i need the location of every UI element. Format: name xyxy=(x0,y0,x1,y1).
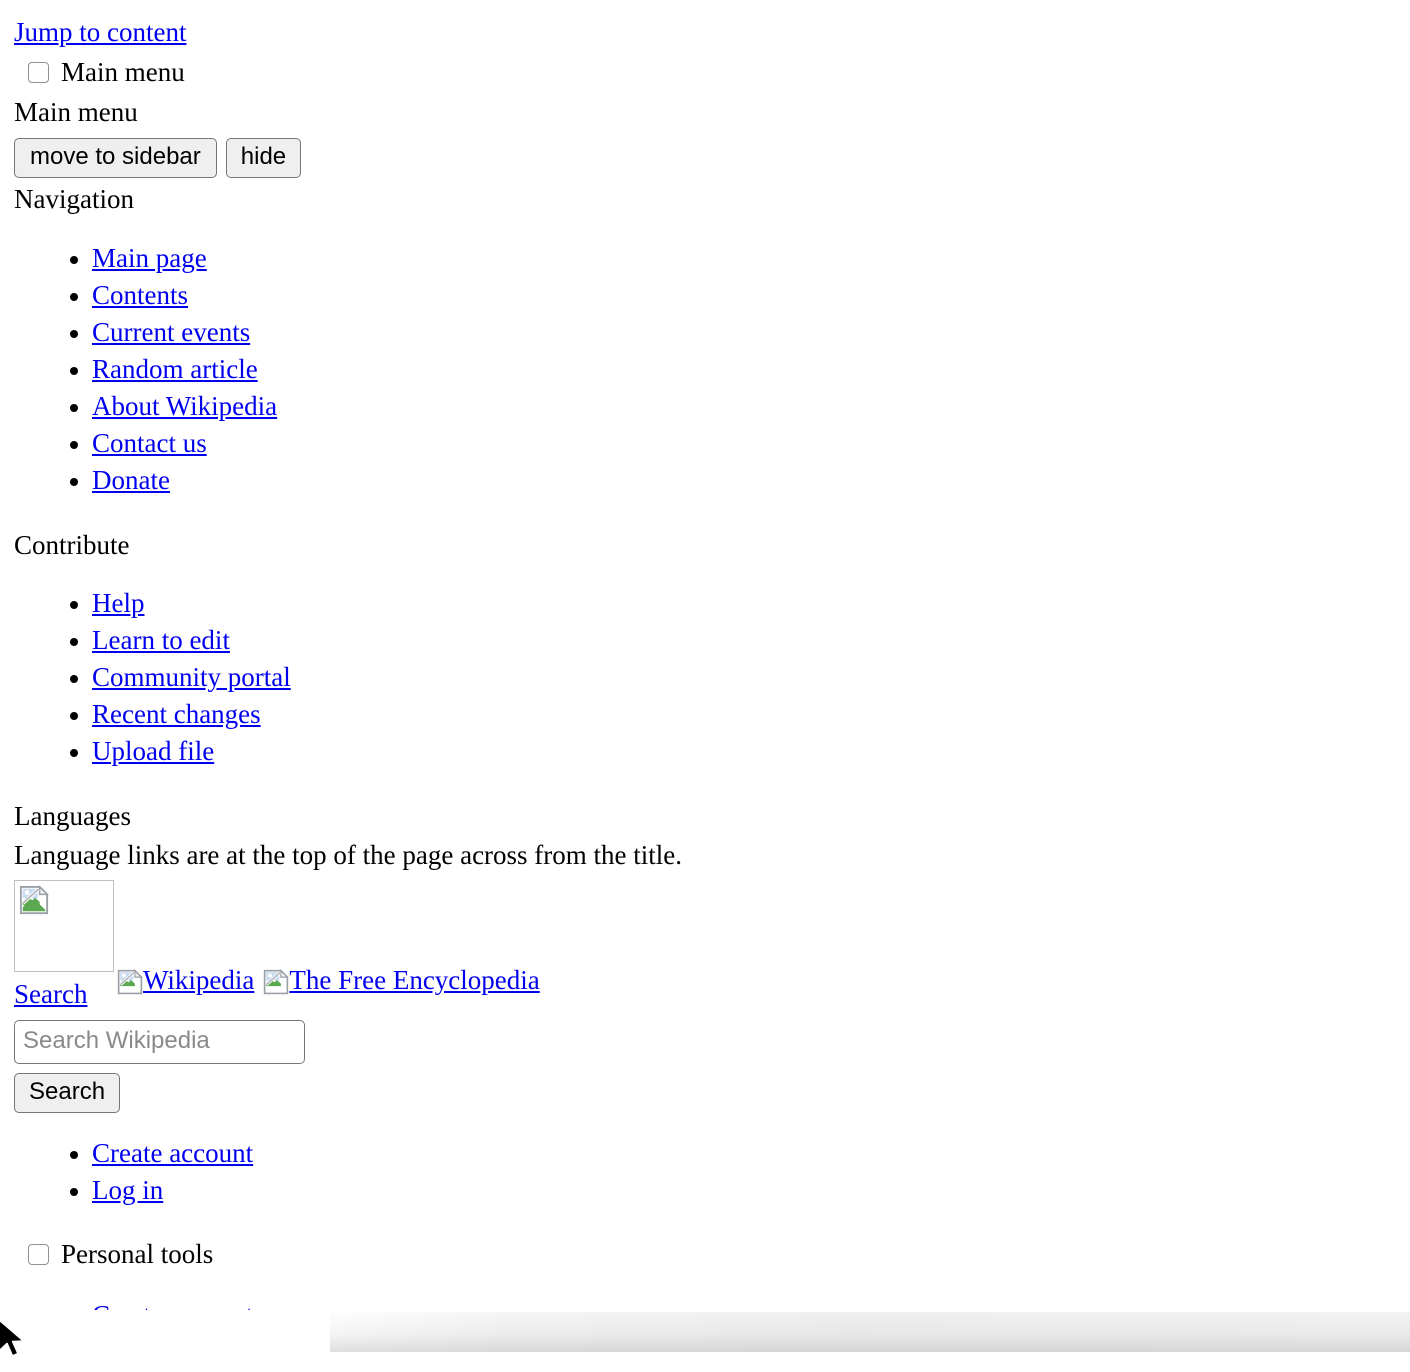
nav-link-current-events[interactable]: Current events xyxy=(92,317,250,347)
personal-tools-create-account-link[interactable]: Create account xyxy=(92,1300,253,1330)
list-item: Create account xyxy=(92,1135,1410,1172)
list-item: Upload file xyxy=(92,733,1410,770)
languages-heading: Languages xyxy=(14,801,131,832)
contribute-link-help[interactable]: Help xyxy=(92,588,144,618)
list-item: Recent changes xyxy=(92,696,1410,733)
broken-image-icon xyxy=(19,885,49,915)
wikipedia-wordmark-alt: Wikipedia xyxy=(143,965,255,995)
create-account-link[interactable]: Create account xyxy=(92,1138,253,1168)
list-item: Donate xyxy=(92,462,1410,499)
contribute-heading: Contribute xyxy=(14,530,130,561)
main-menu-toggle[interactable]: Main menu xyxy=(28,54,1410,91)
navigation-list: Main page Contents Current events Random… xyxy=(14,240,1410,499)
list-item: Random article xyxy=(92,351,1410,388)
nav-link-contents[interactable]: Contents xyxy=(92,280,188,310)
nav-link-donate[interactable]: Donate xyxy=(92,465,170,495)
contribute-link-upload-file[interactable]: Upload file xyxy=(92,736,214,766)
wikipedia-wordmark-link[interactable]: Wikipedia xyxy=(117,962,254,999)
nav-link-about-wikipedia[interactable]: About Wikipedia xyxy=(92,391,277,421)
main-menu-toggle-label: Main menu xyxy=(61,57,185,88)
broken-image-icon xyxy=(263,968,290,995)
contribute-list: Help Learn to edit Community portal Rece… xyxy=(14,585,1410,770)
move-to-sidebar-button[interactable]: move to sidebar xyxy=(14,138,217,179)
list-item: Learn to edit xyxy=(92,622,1410,659)
search-input[interactable] xyxy=(14,1020,305,1064)
main-menu-heading: Main menu xyxy=(14,97,138,128)
account-links-list: Create account Log in xyxy=(14,1135,1410,1209)
page-root: Jump to content Main menu Main menu move… xyxy=(0,0,1410,1334)
list-item: Contact us xyxy=(92,425,1410,462)
contribute-link-community-portal[interactable]: Community portal xyxy=(92,662,291,692)
contribute-link-learn-to-edit[interactable]: Learn to edit xyxy=(92,625,230,655)
list-item: Log in xyxy=(92,1172,1410,1209)
main-menu-controls: move to sidebar hide xyxy=(14,138,1410,179)
nav-link-random-article[interactable]: Random article xyxy=(92,354,258,384)
search-submit-button[interactable]: Search xyxy=(14,1072,121,1113)
wikipedia-logo-image-frame[interactable] xyxy=(14,880,114,973)
list-item: Contents xyxy=(92,277,1410,314)
personal-tools-checkbox[interactable] xyxy=(28,1243,49,1265)
personal-tools-list: Create account xyxy=(14,1297,1410,1334)
list-item: Help xyxy=(92,585,1410,622)
contribute-link-recent-changes[interactable]: Recent changes xyxy=(92,699,261,729)
wikipedia-logo-links: Wikipedia The Free Encyclopedia xyxy=(117,962,540,999)
broken-image-icon xyxy=(117,968,143,995)
wikipedia-tagline-link[interactable]: The Free Encyclopedia xyxy=(263,962,540,999)
jump-to-content-link[interactable]: Jump to content xyxy=(14,14,186,50)
personal-tools-toggle[interactable]: Personal tools xyxy=(28,1236,1410,1273)
main-menu-checkbox[interactable] xyxy=(28,62,49,84)
list-item: About Wikipedia xyxy=(92,388,1410,425)
wikipedia-tagline-alt: The Free Encyclopedia xyxy=(289,965,540,995)
list-item: Main page xyxy=(92,240,1410,277)
hide-menu-button[interactable]: hide xyxy=(225,138,302,179)
list-item: Current events xyxy=(92,314,1410,351)
navigation-heading: Navigation xyxy=(14,184,134,215)
nav-link-contact-us[interactable]: Contact us xyxy=(92,428,207,458)
languages-note: Language links are at the top of the pag… xyxy=(14,840,683,871)
list-item: Create account xyxy=(92,1297,1410,1334)
search-submit-wrap: Search xyxy=(14,1072,1410,1113)
list-item: Community portal xyxy=(92,659,1410,696)
log-in-link[interactable]: Log in xyxy=(92,1175,163,1205)
nav-link-main-page[interactable]: Main page xyxy=(92,243,207,273)
personal-tools-toggle-label: Personal tools xyxy=(61,1238,214,1269)
